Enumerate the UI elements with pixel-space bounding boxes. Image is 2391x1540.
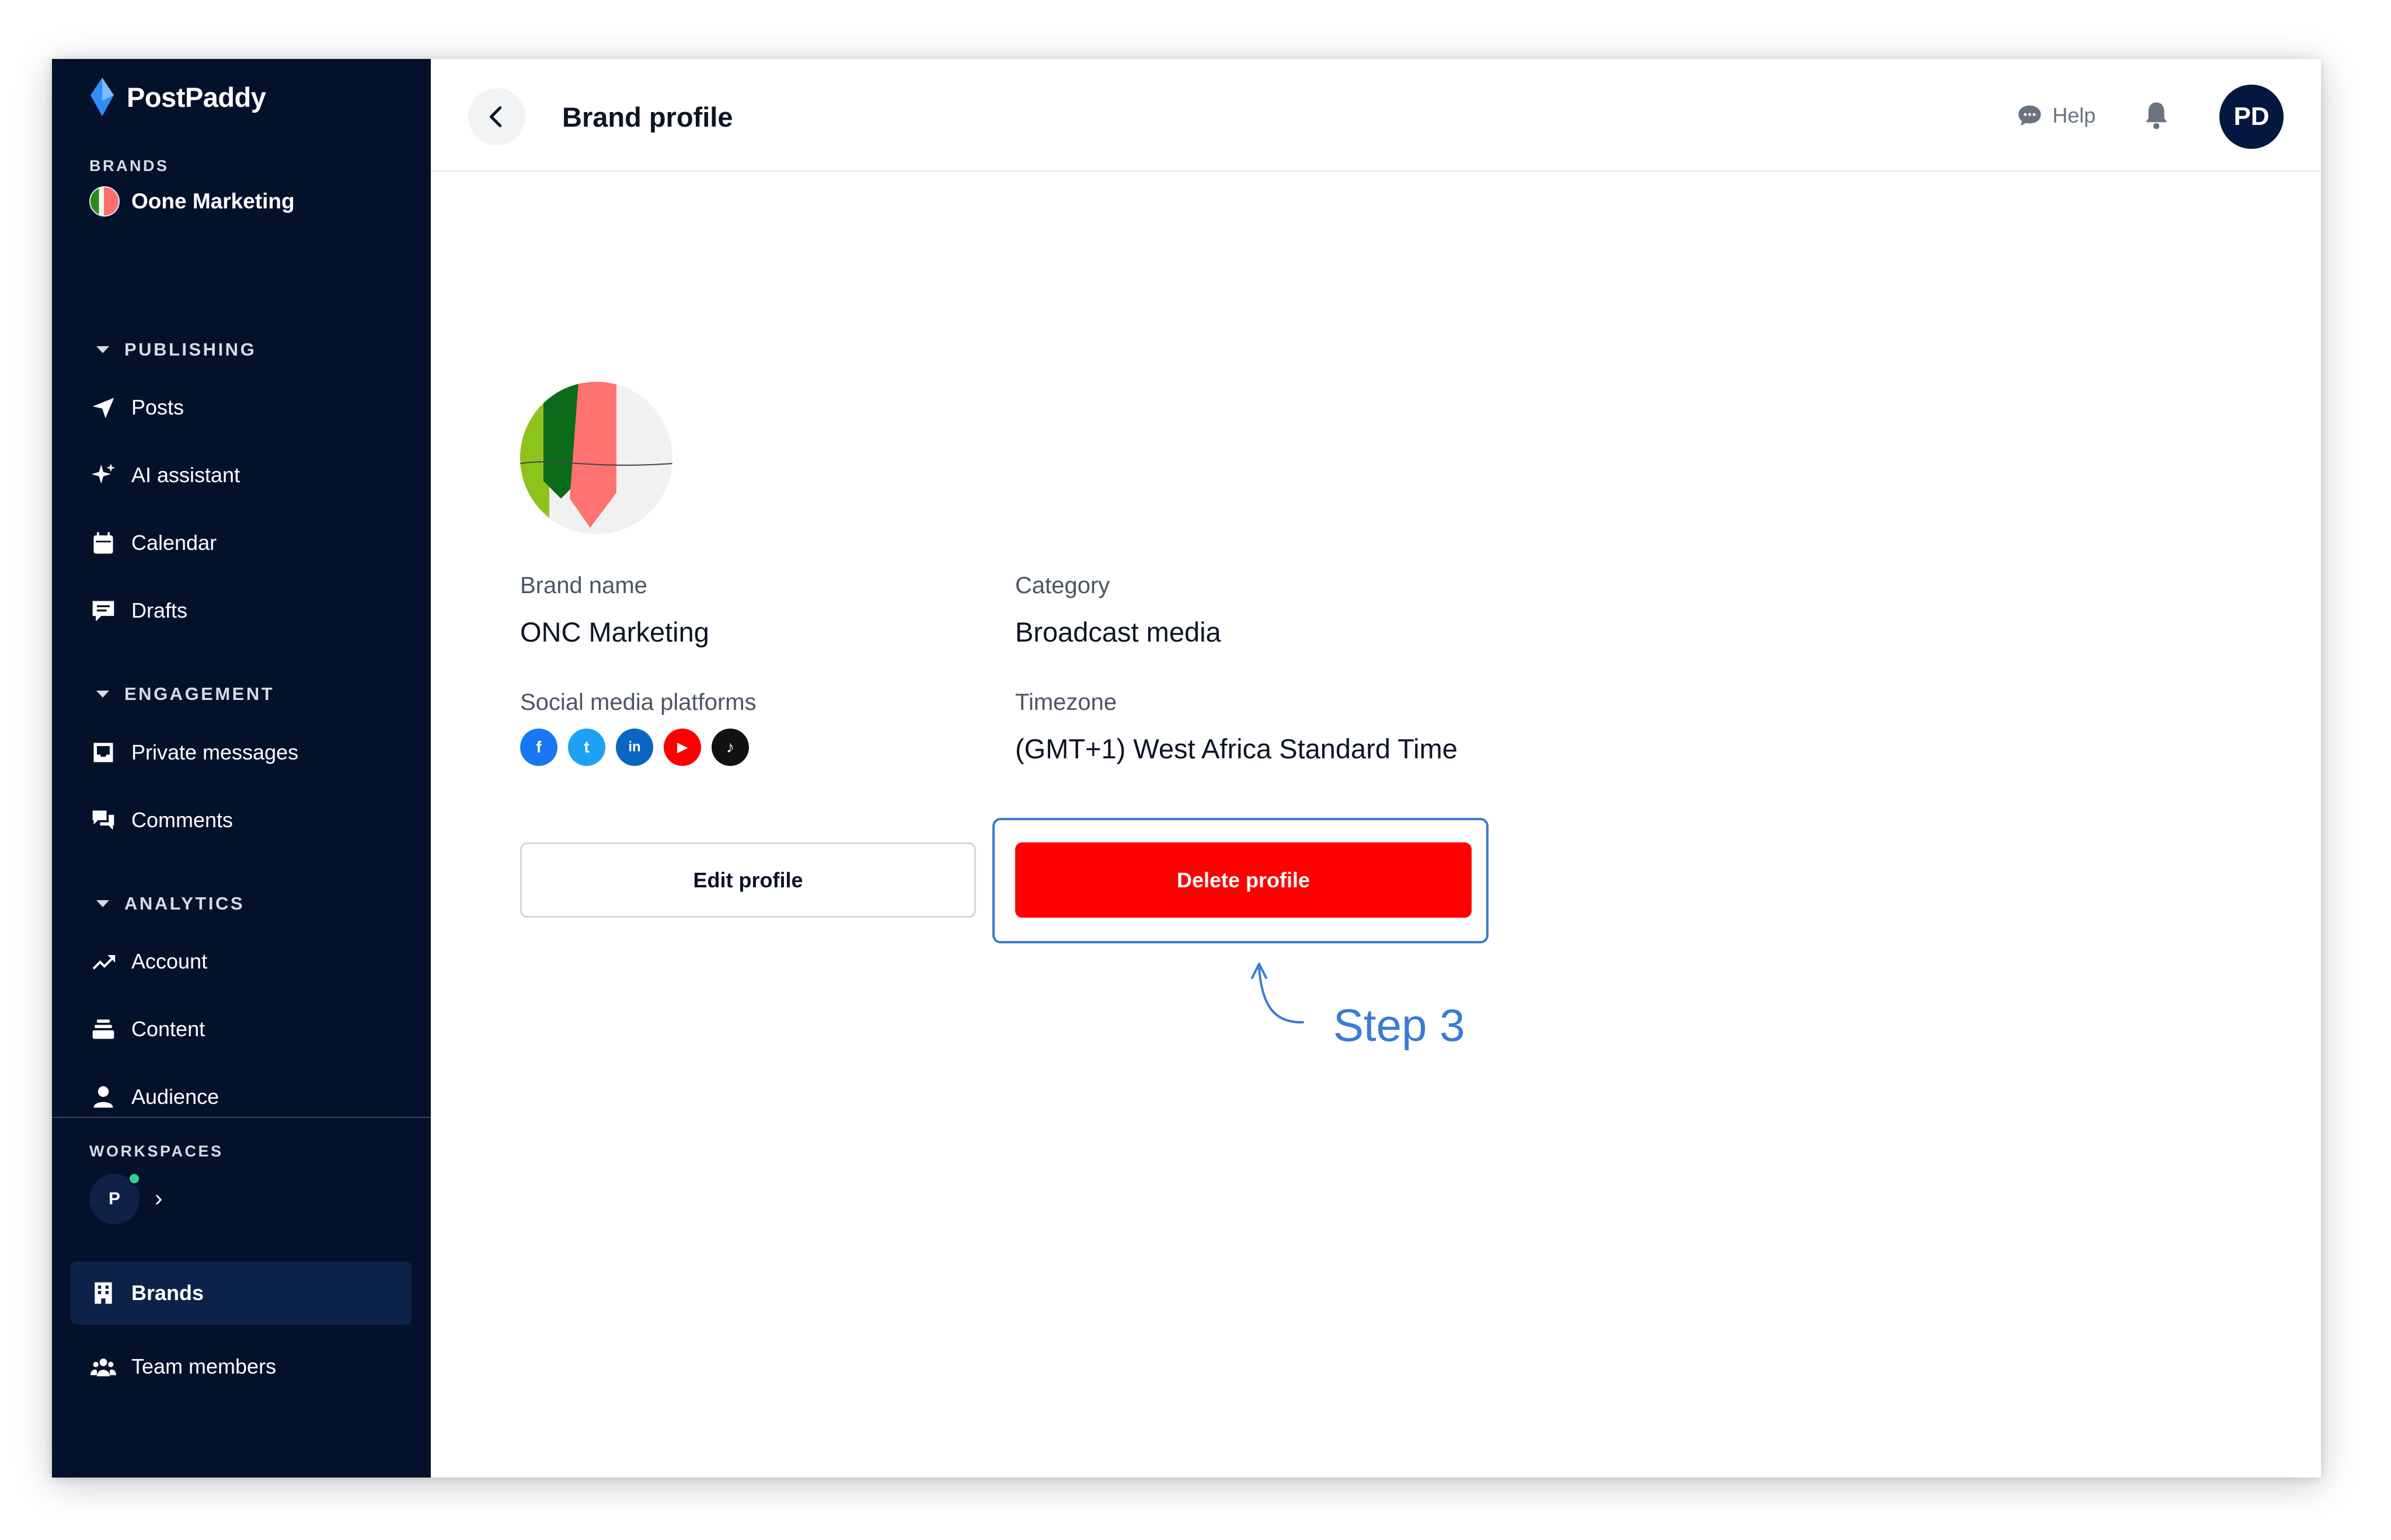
- nav-label: Comments: [131, 808, 233, 832]
- linkedin-icon: in: [616, 729, 653, 766]
- inbox-icon: [89, 738, 117, 766]
- team-icon: [89, 1353, 117, 1381]
- timezone-value: (GMT+1) West Africa Standard Time: [1015, 733, 1458, 764]
- category-label: Category: [1015, 573, 1110, 598]
- brands-section-label: BRANDS: [89, 157, 169, 175]
- calendar-icon: [89, 529, 117, 557]
- nav-item-audience[interactable]: Audience: [89, 1079, 219, 1114]
- nav-item-content[interactable]: Content: [89, 1012, 205, 1047]
- app-logo[interactable]: PostPaddy: [88, 76, 266, 117]
- tiktok-icon: ♪: [712, 729, 749, 766]
- youtube-icon: ▶: [664, 729, 701, 766]
- nav-label: Team members: [131, 1354, 277, 1378]
- nav-item-drafts[interactable]: Drafts: [89, 593, 187, 628]
- nav-item-brands[interactable]: Brands: [89, 1276, 204, 1311]
- page-title: Brand profile: [562, 102, 733, 133]
- caret-down-icon: [96, 900, 109, 907]
- brand-name-label: Brand name: [520, 573, 647, 598]
- edit-profile-button[interactable]: Edit profile: [520, 842, 976, 918]
- social-platforms-label: Social media platforms: [520, 689, 757, 715]
- back-button[interactable]: [468, 88, 525, 145]
- nav-label: Brands: [131, 1281, 204, 1305]
- sidebar: PostPaddy BRANDS Oone Marketing PUBLISHI…: [52, 59, 431, 1478]
- app-name: PostPaddy: [127, 81, 266, 113]
- group-label: ENGAGEMENT: [124, 684, 275, 704]
- send-icon: [89, 393, 117, 421]
- step-annotation-label: Step 3: [1333, 999, 1465, 1051]
- trending-icon: [89, 947, 117, 975]
- engagement-group-toggle[interactable]: ENGAGEMENT: [96, 684, 274, 705]
- caret-down-icon: [96, 691, 109, 698]
- nav-item-ai-assistant[interactable]: AI assistant: [89, 458, 240, 493]
- postpaddy-logo-icon: [90, 78, 114, 116]
- app-window: PostPaddy BRANDS Oone Marketing PUBLISHI…: [52, 59, 2321, 1478]
- nav-item-private-messages[interactable]: Private messages: [89, 735, 298, 770]
- nav-label: AI assistant: [131, 463, 241, 487]
- chat-bubble-icon: [2018, 105, 2041, 126]
- timezone-label: Timezone: [1015, 689, 1117, 715]
- workspace-status-dot: [128, 1172, 141, 1185]
- nav-item-account[interactable]: Account: [89, 944, 207, 979]
- group-label: ANALYTICS: [124, 893, 245, 914]
- top-bar: Brand profile Help PD: [431, 59, 2321, 172]
- chevron-left-icon: [489, 106, 502, 127]
- notification-bell-icon[interactable]: [2141, 100, 2172, 131]
- stack-icon: [89, 1015, 117, 1043]
- publishing-group-toggle[interactable]: PUBLISHING: [96, 339, 256, 360]
- sidebar-divider: [52, 1117, 431, 1118]
- brand-switcher[interactable]: Oone Marketing: [89, 186, 295, 217]
- facebook-icon: f: [520, 729, 557, 766]
- category-value: Broadcast media: [1015, 616, 1221, 647]
- twitter-icon: t: [568, 729, 605, 766]
- comments-icon: [89, 806, 117, 834]
- sparkle-icon: [89, 461, 117, 489]
- nav-label: Calendar: [131, 531, 217, 555]
- social-platforms-list: f t in ▶ ♪: [520, 729, 749, 766]
- group-label: PUBLISHING: [124, 339, 257, 360]
- annotation-arrow-icon: [1251, 963, 1304, 1024]
- building-icon: [89, 1279, 117, 1307]
- nav-label: Posts: [131, 395, 184, 419]
- nav-label: Account: [131, 949, 208, 973]
- nav-item-comments[interactable]: Comments: [89, 803, 233, 838]
- nav-label: Audience: [131, 1085, 219, 1109]
- nav-label: Content: [131, 1017, 205, 1041]
- brand-name-value: ONC Marketing: [520, 616, 709, 647]
- brand-profile-image: [520, 382, 672, 534]
- help-label: Help: [2052, 103, 2096, 127]
- caret-down-icon: [96, 346, 109, 353]
- analytics-group-toggle[interactable]: ANALYTICS: [96, 893, 245, 914]
- help-button[interactable]: Help: [2016, 102, 2096, 129]
- person-icon: [89, 1083, 117, 1111]
- delete-profile-button[interactable]: Delete profile: [1015, 842, 1472, 918]
- chevron-right-icon[interactable]: ›: [155, 1186, 162, 1212]
- nav-label: Private messages: [131, 740, 299, 764]
- workspaces-section-label: WORKSPACES: [89, 1142, 224, 1160]
- user-avatar[interactable]: PD: [2219, 85, 2284, 149]
- brand-avatar: [89, 186, 120, 217]
- nav-label: Drafts: [131, 598, 188, 622]
- drafts-icon: [89, 597, 117, 625]
- nav-item-calendar[interactable]: Calendar: [89, 525, 217, 560]
- current-brand-name: Oone Marketing: [131, 189, 295, 213]
- nav-item-posts[interactable]: Posts: [89, 390, 184, 425]
- nav-item-team-members[interactable]: Team members: [89, 1349, 276, 1384]
